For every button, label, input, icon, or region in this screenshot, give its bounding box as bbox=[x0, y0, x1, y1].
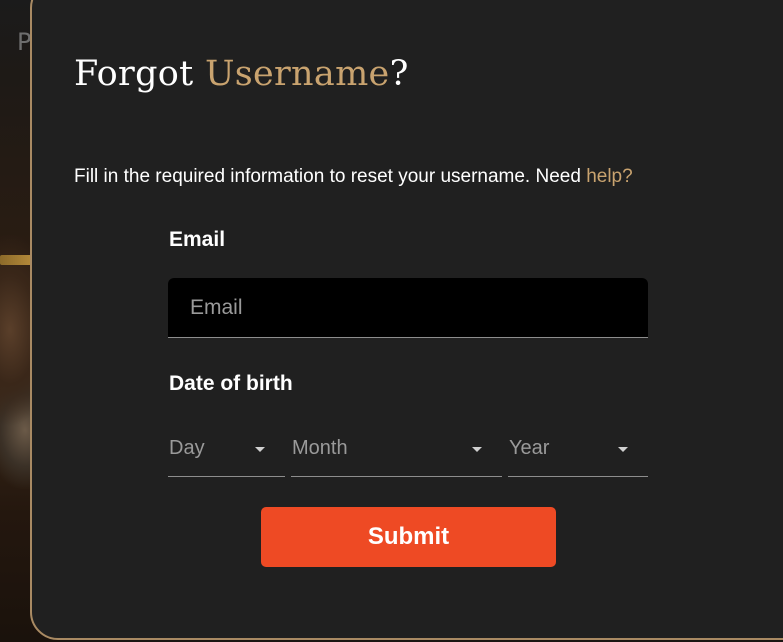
day-select-value: Day bbox=[169, 437, 205, 459]
month-select-value: Month bbox=[292, 437, 348, 459]
year-select-value: Year bbox=[509, 437, 550, 459]
title-accent-text: Username bbox=[204, 54, 390, 94]
caret-down-icon bbox=[618, 447, 628, 452]
modal-title: Forgot Username? bbox=[74, 54, 409, 94]
modal-description: Fill in the required information to rese… bbox=[74, 166, 633, 188]
email-label: Email bbox=[169, 228, 226, 251]
background-headband bbox=[0, 255, 32, 265]
page: P Forgot Username? Fill in the required … bbox=[0, 0, 783, 642]
caret-down-icon bbox=[255, 447, 265, 452]
email-input[interactable] bbox=[168, 278, 648, 338]
title-text: Forgot bbox=[74, 54, 205, 94]
submit-button[interactable]: Submit bbox=[261, 507, 556, 567]
description-text: Fill in the required information to rese… bbox=[74, 166, 587, 187]
month-select[interactable]: Month bbox=[291, 425, 502, 477]
caret-down-icon bbox=[472, 447, 482, 452]
help-link[interactable]: help? bbox=[586, 166, 633, 187]
date-of-birth-label: Date of birth bbox=[169, 372, 293, 395]
year-select[interactable]: Year bbox=[508, 425, 648, 477]
day-select[interactable]: Day bbox=[168, 425, 285, 477]
title-question-mark: ? bbox=[389, 54, 409, 94]
